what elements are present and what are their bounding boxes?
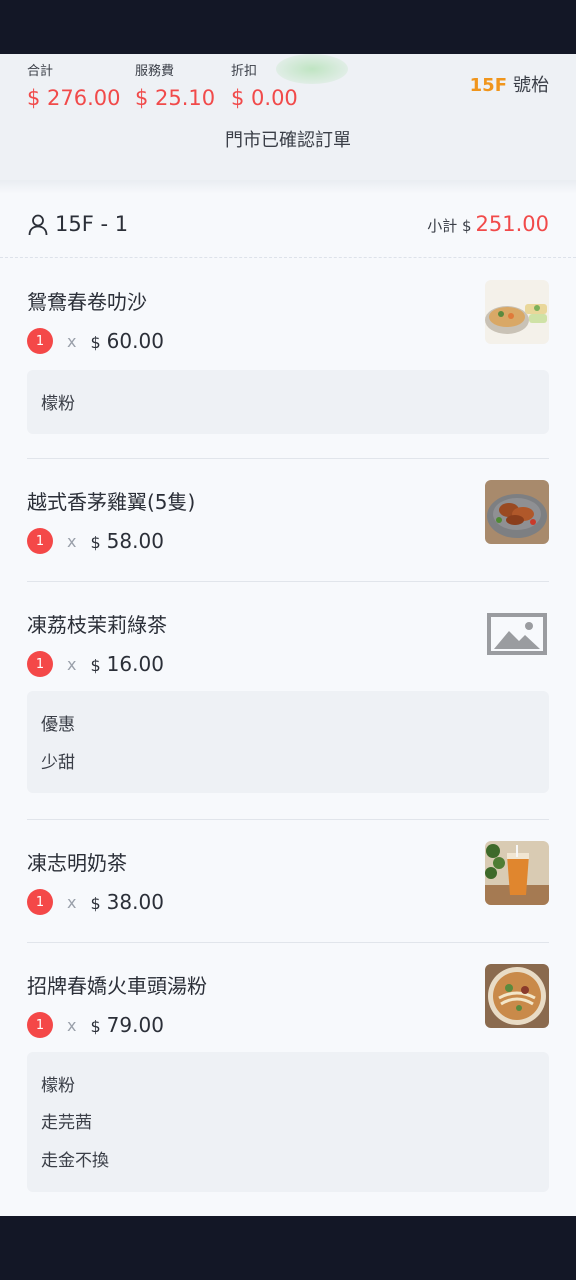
total-value: $ 276.00 (27, 86, 121, 110)
order-detail-screen: 合計 $ 276.00 服務費 $ 25.10 折扣 $ 0.00 15F 號枱 … (0, 54, 576, 1216)
person-icon (28, 214, 48, 236)
status-bar (0, 0, 576, 54)
item-divider (27, 819, 549, 820)
currency-symbol: $ (90, 333, 101, 352)
quantity-badge: 1 (27, 889, 53, 915)
subtotal: 小計 $251.00 (427, 212, 549, 236)
item-qty-row: 1 x $58.00 (27, 528, 164, 554)
currency-symbol: $ (90, 894, 101, 913)
item-price-value: 60.00 (106, 329, 164, 353)
item-note: 走金不換 (41, 1151, 109, 1171)
item-divider (27, 942, 549, 943)
times-sign: x (67, 331, 77, 351)
noodle-soup-photo (485, 964, 549, 1028)
item-note: 優惠 (41, 715, 75, 735)
order-item[interactable]: 越式香茅雞翼(5隻) 1 x $58.00 (27, 480, 549, 576)
order-item[interactable]: 凍荔枝茉莉綠茶 1 x $16.00 優惠 少甜 (27, 603, 549, 795)
currency-symbol: $ (90, 656, 101, 675)
total-label: 合計 (27, 64, 54, 79)
quantity-badge: 1 (27, 651, 53, 677)
item-note: 走芫茜 (41, 1113, 92, 1133)
table-number: 15F 號枱 (470, 74, 549, 98)
currency-symbol: $ (90, 533, 101, 552)
table-number-label: 號枱 (513, 75, 549, 96)
table-header: 15F - 1 小計 $251.00 (0, 195, 576, 258)
item-note: 檬粉 (41, 394, 75, 414)
service-fee-stat: 服務費 $ 25.10 (135, 64, 215, 113)
item-price: $79.00 (90, 1013, 163, 1037)
summary-divider (0, 180, 576, 194)
item-price: $38.00 (90, 890, 163, 914)
item-name: 凍志明奶茶 (27, 851, 127, 875)
chicken-wings-photo (485, 480, 549, 544)
item-divider (27, 458, 549, 459)
table-name: 15F - 1 (55, 212, 129, 236)
item-name: 凍荔枝茉莉綠茶 (27, 613, 167, 637)
milk-tea-photo (485, 841, 549, 905)
item-divider (27, 581, 549, 582)
item-price-value: 38.00 (106, 890, 164, 914)
times-sign: x (67, 531, 77, 551)
navigation-bar (0, 1216, 576, 1280)
image-placeholder-icon (485, 603, 549, 667)
discount-label: 折扣 (231, 64, 258, 79)
order-item[interactable]: 鴛鴦春卷叻沙 1 x $60.00 檬粉 (27, 280, 549, 436)
item-qty-row: 1 x $16.00 (27, 651, 164, 677)
item-price: $60.00 (90, 329, 163, 353)
subtotal-label: 小計 $ (427, 217, 472, 235)
service-fee-label: 服務費 (135, 64, 175, 79)
item-notes: 檬粉 走芫茜 走金不換 (27, 1052, 549, 1192)
order-status: 門市已確認訂單 (225, 130, 351, 151)
item-price-value: 79.00 (106, 1013, 164, 1037)
item-price-value: 58.00 (106, 529, 164, 553)
order-summary: 合計 $ 276.00 服務費 $ 25.10 折扣 $ 0.00 15F 號枱 … (0, 54, 576, 180)
total-stat: 合計 $ 276.00 (27, 64, 121, 113)
item-qty-row: 1 x $60.00 (27, 328, 164, 354)
item-notes: 檬粉 (27, 370, 549, 434)
times-sign: x (67, 892, 77, 912)
laksa-dish-photo (485, 280, 549, 344)
discount-stat: 折扣 $ 0.00 (231, 64, 298, 113)
times-sign: x (67, 1015, 77, 1035)
subtotal-value: 251.00 (475, 212, 549, 236)
item-price: $58.00 (90, 529, 163, 553)
item-name: 招牌春嬌火車頭湯粉 (27, 974, 207, 998)
item-note: 少甜 (41, 753, 75, 773)
item-name: 鴛鴦春卷叻沙 (27, 290, 147, 314)
item-price: $16.00 (90, 652, 163, 676)
item-price-value: 16.00 (106, 652, 164, 676)
currency-symbol: $ (90, 1017, 101, 1036)
quantity-badge: 1 (27, 528, 53, 554)
discount-value: $ 0.00 (231, 86, 298, 110)
item-name: 越式香茅雞翼(5隻) (27, 490, 196, 514)
quantity-badge: 1 (27, 328, 53, 354)
floor-label: 15F (469, 75, 507, 96)
order-item[interactable]: 招牌春嬌火車頭湯粉 1 x $79.00 檬粉 走芫茜 走金不換 (27, 964, 549, 1194)
quantity-badge: 1 (27, 1012, 53, 1038)
order-item[interactable]: 凍志明奶茶 1 x $38.00 (27, 841, 549, 937)
item-qty-row: 1 x $38.00 (27, 889, 164, 915)
times-sign: x (67, 654, 77, 674)
item-note: 檬粉 (41, 1076, 75, 1096)
item-qty-row: 1 x $79.00 (27, 1012, 164, 1038)
item-notes: 優惠 少甜 (27, 691, 549, 793)
service-fee-value: $ 25.10 (135, 86, 216, 110)
